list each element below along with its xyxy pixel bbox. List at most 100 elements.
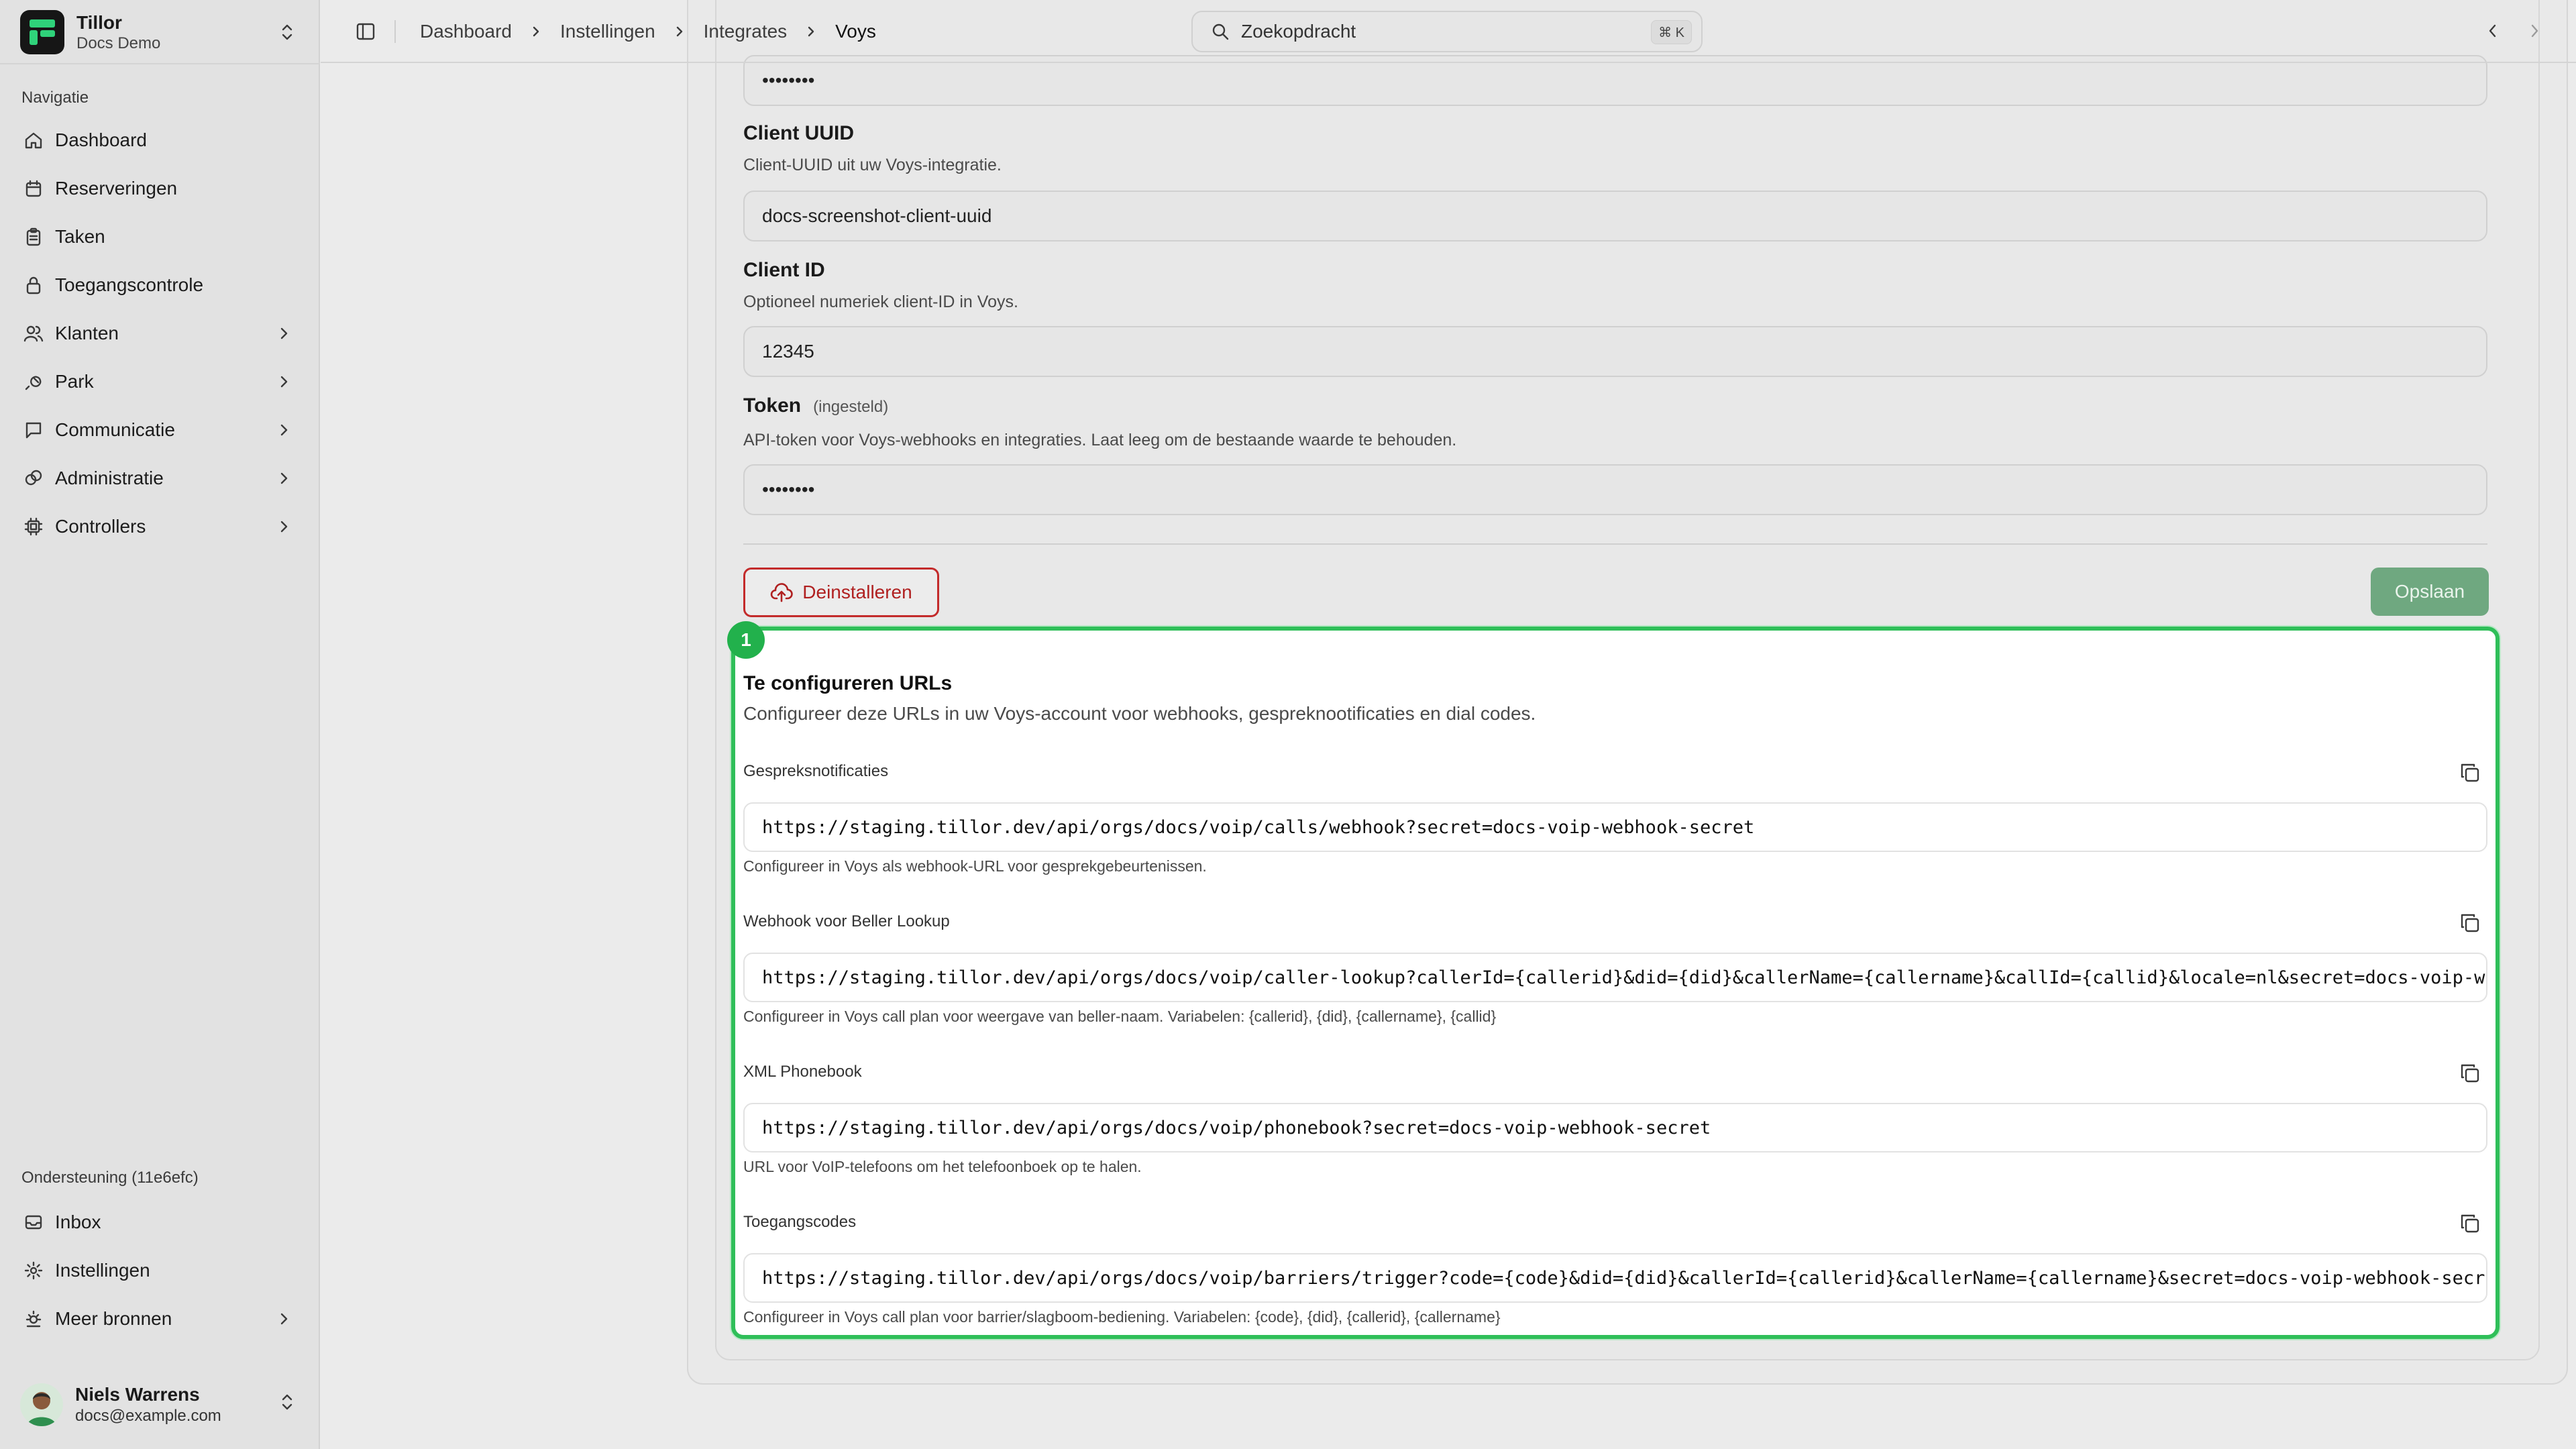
gear-icon [23,1260,44,1281]
urls-panel-description: Configureer deze URLs in uw Voys-account… [743,703,1536,724]
team-name: Tillor [76,12,122,33]
search-input[interactable]: Zoekopdracht ⌘ K [1191,11,1703,52]
search-shortcut: ⌘ K [1651,20,1692,44]
nav-group-label: Navigatie [21,89,89,107]
sidebar-item-toegangscontrole[interactable]: Toegangscontrole [13,261,309,309]
sidebar-item-label: Communicatie [55,419,175,440]
token-field[interactable]: •••••••• [743,464,2487,515]
sidebar-item-label: Administratie [55,468,164,488]
breadcrumb: Dashboard Instellingen Integrates Voys [420,0,876,63]
user-name: Niels Warrens [75,1384,200,1405]
token-set-tag: (ingesteld) [813,398,889,416]
sidebar-divider [0,63,320,64]
url-label: Toegangscodes [743,1213,857,1231]
sidebar-item-instellingen[interactable]: Instellingen [13,1246,309,1295]
team-subtitle: Docs Demo [76,34,161,52]
user-email: docs@example.com [75,1407,221,1425]
annotation-marker: 1 [727,621,765,659]
urls-panel-title: Te configureren URLs [743,672,953,694]
sidebar-toggle-icon[interactable] [354,20,377,43]
client-id-field[interactable]: 12345 [743,326,2487,377]
breadcrumb-dashboard[interactable]: Dashboard [420,21,512,42]
lock-icon [23,274,44,296]
url-note: Configureer in Voys call plan voor barri… [743,1308,1501,1326]
chevrons-up-down-icon [282,24,292,40]
url-label: Gespreksnotificaties [743,762,889,780]
url-field[interactable]: https://staging.tillor.dev/api/orgs/docs… [743,953,2487,1002]
url-field[interactable]: https://staging.tillor.dev/api/orgs/docs… [743,1103,2487,1152]
sidebar-item-administratie[interactable]: Administratie [13,454,309,502]
chevron-right-icon [280,472,288,484]
chip-icon [23,516,44,537]
copy-icon[interactable] [2458,761,2482,785]
sidebar-item-reserveringen[interactable]: Reserveringen [13,164,309,213]
user-menu[interactable]: Niels Warrens docs@example.com [20,1379,302,1430]
search-icon [1212,23,1229,40]
url-note: URL voor VoIP-telefoons om het telefoonb… [743,1158,1142,1175]
uninstall-button-label: Deinstalleren [802,582,912,602]
sidebar-item-klanten[interactable]: Klanten [13,309,309,358]
breadcrumb-instellingen[interactable]: Instellingen [560,21,655,42]
url-label: Webhook voor Beller Lookup [743,912,950,930]
chevron-right-icon [280,327,288,339]
sidebar-item-inbox[interactable]: Inbox [13,1198,309,1246]
sidebar-item-communicatie[interactable]: Communicatie [13,406,309,454]
token-label: Token (ingesteld) [743,394,888,417]
chevron-right-icon [808,26,814,37]
sidebar-item-label: Taken [55,226,105,247]
sidebar-item-label: Instellingen [55,1260,150,1281]
sidebar-item-label: Klanten [55,323,119,343]
sidebar-item-label: Meer bronnen [55,1308,172,1329]
sidebar-item-label: Dashboard [55,129,147,150]
team-switcher[interactable]: Tillor Docs Demo [20,9,302,55]
sidebar-item-label: Inbox [55,1212,101,1232]
cloud-upload-icon [770,583,794,602]
copy-icon[interactable] [2458,1212,2482,1236]
copy-icon[interactable] [2458,911,2482,935]
clipboard-icon [23,226,44,248]
support-group-label: Ondersteuning (11e6efc) [21,1169,199,1187]
chevron-right-icon [676,26,682,37]
sidebar-item-dashboard[interactable]: Dashboard [13,116,309,164]
sidebar-item-park[interactable]: Park [13,358,309,406]
uninstall-button[interactable]: Deinstalleren [743,568,939,617]
sidebar: Tillor Docs Demo Navigatie Dashboard Res… [0,0,320,1449]
token-label-text: Token [743,394,802,417]
users-icon [23,323,44,344]
chevron-right-icon [280,376,288,388]
url-note: Configureer in Voys call plan voor weerg… [743,1008,1497,1025]
tillor-logo-icon [20,10,64,54]
sidebar-item-taken[interactable]: Taken [13,213,309,261]
home-icon [23,129,44,151]
chevrons-up-down-icon [282,1394,292,1410]
back-arrow-icon[interactable] [2483,21,2502,40]
url-note: Configureer in Voys als webhook-URL voor… [743,857,1207,875]
support-list: Inbox Instellingen Meer bronnen [13,1198,309,1343]
sidebar-item-label: Toegangscontrole [55,274,204,295]
breadcrumb-integrates[interactable]: Integrates [704,21,788,42]
chevron-right-icon [280,521,288,533]
nav-list: Dashboard Reserveringen Taken Toegangsco… [13,116,309,551]
url-field[interactable]: https://staging.tillor.dev/api/orgs/docs… [743,1253,2487,1303]
coins-icon [23,468,44,489]
breadcrumb-voys: Voys [835,21,876,42]
client-uuid-field[interactable]: docs-screenshot-client-uuid [743,191,2487,241]
chevron-right-icon [280,424,288,436]
sidebar-item-controllers[interactable]: Controllers [13,502,309,551]
save-button-label: Opslaan [2394,581,2465,602]
sidebar-item-meer-bronnen[interactable]: Meer bronnen [13,1295,309,1343]
avatar [20,1383,63,1426]
client-id-label: Client ID [743,259,825,281]
sidebar-item-label: Controllers [55,516,146,537]
save-button[interactable]: Opslaan [2371,568,2489,616]
url-field[interactable]: https://staging.tillor.dev/api/orgs/docs… [743,802,2487,852]
copy-icon[interactable] [2458,1061,2482,1085]
client-id-description: Optioneel numeriek client-ID in Voys. [743,292,1018,311]
topbar-separator [394,20,396,43]
token-description: API-token voor Voys-webhooks en integrat… [743,431,1457,449]
client-uuid-description: Client-UUID uit uw Voys-integratie. [743,156,1002,174]
inbox-icon [23,1212,44,1233]
client-uuid-label: Client UUID [743,122,854,144]
top-bar: Dashboard Instellingen Integrates Voys Z… [321,0,2576,63]
forward-arrow-icon[interactable] [2525,21,2544,40]
